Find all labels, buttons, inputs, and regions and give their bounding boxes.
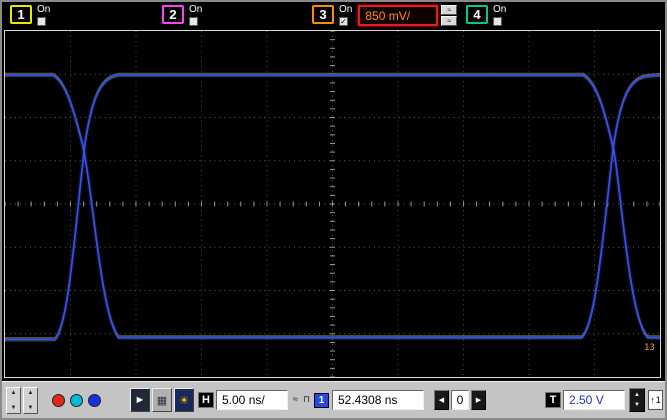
channel-bar: 1 On 2 On 3 On ✓ 850 mV/ ≈ ≈ 4 On [2, 2, 665, 30]
brightness-button[interactable]: ☀ [174, 388, 194, 412]
channel-1-on-label: On [37, 4, 51, 15]
up-arrow-icon: ▲ [10, 390, 17, 396]
down-arrow-icon: ▼ [634, 402, 640, 408]
horizontal-label: H [198, 392, 214, 408]
trigger-source-number: 1 [655, 395, 661, 405]
red-marker-button[interactable] [52, 394, 65, 407]
channel-1-checkbox[interactable] [37, 17, 46, 26]
delay-decrement-button[interactable]: ◀ [434, 390, 449, 410]
trigger-level-field[interactable]: 2.50 V [563, 390, 625, 410]
trigger-level-spinner[interactable]: ▲ ▼ [629, 388, 645, 412]
channel-3-on-label: On [339, 4, 353, 15]
channel-3-group: 3 On ✓ 850 mV/ ≈ ≈ [312, 4, 458, 26]
pointer-icon: ► [134, 394, 146, 406]
control-bar: ▲ ▼ ▲ ▼ ► ▦ ☀ H 5.00 ns/ ≈ ⊓ 1 52.4308 n… [2, 381, 665, 418]
up-arrow-icon: ▲ [634, 392, 640, 398]
screen-icon: ▦ [156, 394, 168, 407]
up-arrow-icon: ▲ [27, 390, 34, 396]
trace-falling-then-rising [5, 74, 660, 339]
channel-3-button[interactable]: 3 [312, 5, 334, 24]
rising-edge-icon: ↑ [650, 395, 655, 405]
channel-4-button[interactable]: 4 [466, 5, 488, 24]
scope-display: 13 [4, 30, 661, 378]
trigger-source-badge[interactable]: ↑ 1 [648, 390, 663, 410]
sun-icon: ☀ [179, 394, 189, 407]
vertical-adjust-spinner[interactable]: ▲ ▼ [6, 387, 21, 414]
acquisition-pulse-icon: ⊓ [303, 394, 311, 404]
down-arrow-icon: ▼ [10, 405, 17, 411]
channel-3-checkbox[interactable]: ✓ [339, 17, 348, 26]
channel-4-on-label: On [493, 4, 507, 15]
waveform-marker-label: 13 [644, 343, 655, 353]
channel-1-button[interactable]: 1 [10, 5, 32, 24]
channel-4-checkbox[interactable] [493, 17, 502, 26]
down-arrow-icon: ▼ [27, 405, 34, 411]
trigger-label: T [545, 392, 561, 408]
cyan-marker-button[interactable] [70, 394, 83, 407]
marker-color-buttons [52, 394, 101, 407]
channel-2-checkbox[interactable] [189, 17, 198, 26]
screen-capture-button[interactable]: ▦ [152, 388, 172, 412]
channel-3-scale-field[interactable]: 850 mV/ [358, 5, 439, 26]
acquisition-sine-icon: ≈ [293, 394, 298, 404]
channel-2-button[interactable]: 2 [162, 5, 184, 24]
pointer-tool-button[interactable]: ► [130, 388, 150, 412]
coupling-down-button[interactable]: ≈ [441, 16, 458, 26]
channel-1-group: 1 On [10, 5, 50, 26]
coupling-up-button[interactable]: ≈ [441, 5, 458, 15]
delay-increment-button[interactable]: ▶ [471, 390, 486, 410]
reference-channel-badge[interactable]: 1 [314, 393, 329, 408]
channel-2-group: 2 On [162, 5, 202, 26]
delay-zero-field[interactable]: 0 [451, 390, 469, 410]
timebase-field[interactable]: 5.00 ns/ [216, 390, 288, 410]
channel-4-group: 4 On [466, 5, 506, 26]
delay-field[interactable]: 52.4308 ns [332, 390, 424, 410]
horizontal-adjust-spinner[interactable]: ▲ ▼ [23, 387, 38, 414]
blue-marker-button[interactable] [88, 394, 101, 407]
channel-2-on-label: On [189, 4, 203, 15]
